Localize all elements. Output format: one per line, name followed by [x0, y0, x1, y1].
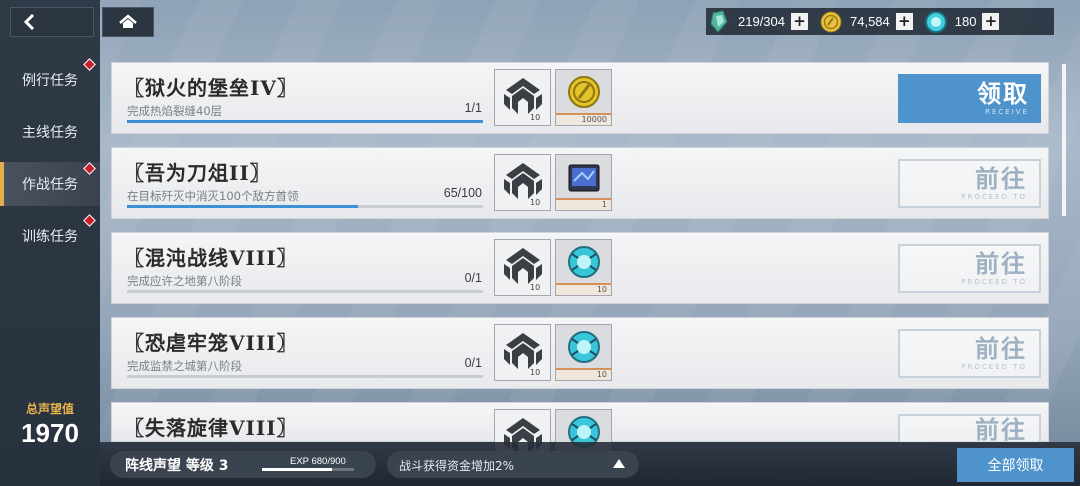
energy-crystal-icon	[706, 9, 732, 35]
mission-description: 完成监禁之城第八阶段	[127, 359, 242, 373]
sidebar-item[interactable]: 作战任务	[0, 162, 100, 206]
sidebar: 例行任务主线任务作战任务训练任务 总声望值 1970	[0, 0, 100, 486]
energy-value: 219/304	[738, 14, 785, 29]
orb-value: 180	[954, 14, 977, 29]
mission-card: 〖吾为刀俎II〗在目标歼灭中消灭100个敌方首领 65/100 10 1 前往 PROCE…	[111, 147, 1049, 219]
currency-bar: 219/304 + 74,584 + 180 +	[706, 8, 1054, 35]
progress-bar	[127, 120, 483, 123]
proceed-button[interactable]: 前往 PROCEED TO	[898, 244, 1041, 293]
mission-description: 完成应许之地第八阶段	[127, 274, 242, 288]
mission-card: 〖恐虐牢笼VIII〗完成监禁之城第八阶段 0/1 10 10 前往 PROCEED TO	[111, 317, 1049, 389]
action-label: 前往	[975, 334, 1027, 363]
reward-item[interactable]: 1	[555, 154, 612, 211]
mission-card: 〖混沌战线VIII〗完成应许之地第八阶段 0/1 10 10 前往 PROCEED TO	[111, 232, 1049, 304]
reward-item[interactable]: 10	[555, 324, 612, 381]
notification-dot	[83, 214, 96, 227]
exp-fill	[262, 468, 332, 471]
reward-quantity: 10	[556, 283, 611, 295]
mission-progress: 1/1	[464, 101, 482, 115]
progress-bar	[127, 375, 483, 378]
reward-quantity: 10	[556, 368, 611, 380]
reward-emblem[interactable]: 10	[494, 69, 551, 126]
cyan-orb-icon	[923, 9, 949, 35]
bonus-text: 战斗获得资金增加2%	[399, 459, 515, 473]
mission-title: 〖混沌战线VIII〗	[124, 246, 298, 270]
sidebar-item[interactable]: 训练任务	[0, 214, 100, 258]
add-gold-button[interactable]: +	[895, 13, 913, 30]
sidebar-item[interactable]: 例行任务	[0, 58, 100, 102]
reward-quantity: 10	[530, 283, 541, 292]
progress-bar	[127, 205, 483, 208]
action-sublabel: PROCEED TO	[961, 363, 1027, 371]
action-sublabel: PROCEED TO	[961, 278, 1027, 286]
action-label: 前往	[975, 249, 1027, 278]
total-reputation-label: 总声望值	[25, 402, 74, 416]
sidebar-item-label: 主线任务	[22, 125, 78, 141]
sidebar-item[interactable]: 主线任务	[0, 110, 100, 154]
proceed-button[interactable]: 前往 PROCEED TO	[898, 329, 1041, 378]
action-sublabel: RECEIVE	[985, 108, 1029, 116]
progress-bar	[127, 290, 483, 293]
mission-progress: 65/100	[443, 186, 482, 200]
action-label: 前往	[975, 164, 1027, 193]
add-orb-button[interactable]: +	[982, 13, 1000, 30]
mission-description: 完成热焰裂缝40层	[127, 104, 223, 118]
sidebar-item-label: 作战任务	[22, 177, 78, 193]
mission-title: 〖恐虐牢笼VIII〗	[124, 331, 298, 355]
reward-quantity: 10	[530, 368, 541, 377]
expand-up-icon[interactable]	[613, 459, 625, 468]
sidebar-item-label: 例行任务	[22, 73, 78, 89]
mission-title: 〖失落旋律VIII〗	[124, 416, 298, 440]
currency-energy: 219/304 +	[706, 8, 818, 35]
proceed-button[interactable]: 前往 PROCEED TO	[898, 159, 1041, 208]
home-button[interactable]	[102, 7, 154, 37]
gold-value: 74,584	[850, 14, 890, 29]
action-label: 领取	[977, 79, 1029, 108]
reward-item[interactable]: 10000	[555, 69, 612, 126]
home-icon	[119, 14, 137, 28]
currency-gold: 74,584 +	[818, 8, 923, 35]
notification-dot	[83, 162, 96, 175]
reward-quantity: 10000	[556, 113, 611, 125]
scrollbar[interactable]	[1062, 64, 1066, 216]
progress-fill	[127, 120, 483, 123]
add-energy-button[interactable]: +	[791, 13, 808, 30]
reward-item[interactable]: 10	[555, 239, 612, 296]
reward-quantity: 10	[530, 113, 541, 122]
claim-all-button[interactable]: 全部领取	[957, 448, 1074, 482]
chevron-left-icon	[23, 14, 35, 30]
currency-orb: 180 +	[923, 8, 1010, 35]
notification-dot	[83, 58, 96, 71]
reputation-level-label: 阵线声望 等级 3	[125, 458, 229, 474]
reward-emblem[interactable]: 10	[494, 324, 551, 381]
mission-progress: 0/1	[464, 271, 482, 285]
mission-title: 〖狱火的堡垒IV〗	[124, 76, 298, 100]
receive-button[interactable]: 领取 RECEIVE	[898, 74, 1041, 123]
reward-emblem[interactable]: 10	[494, 239, 551, 296]
progress-fill	[127, 205, 359, 208]
back-button[interactable]	[10, 7, 94, 37]
mission-progress: 0/1	[464, 356, 482, 370]
sidebar-item-label: 训练任务	[22, 229, 78, 245]
mission-card: 〖狱火的堡垒IV〗完成热焰裂缝40层 1/1 10 10000 领取 RECEIVE	[111, 62, 1049, 134]
mission-title: 〖吾为刀俎II〗	[124, 161, 271, 185]
action-sublabel: PROCEED TO	[961, 193, 1027, 201]
total-reputation-value: 1970	[21, 418, 79, 448]
exp-bar	[262, 468, 354, 471]
mission-description: 在目标歼灭中消灭100个敌方首领	[127, 189, 299, 203]
proceed-button[interactable]: 前往	[898, 414, 1041, 443]
mission-card: 〖失落旋律VIII〗 前往	[111, 402, 1049, 466]
gold-coin-icon	[818, 9, 844, 35]
action-label: 前往	[975, 414, 1027, 444]
reward-quantity: 10	[530, 198, 541, 207]
reward-emblem[interactable]: 10	[494, 154, 551, 211]
exp-label: EXP 680/900	[290, 456, 346, 467]
reward-quantity: 1	[556, 198, 611, 210]
